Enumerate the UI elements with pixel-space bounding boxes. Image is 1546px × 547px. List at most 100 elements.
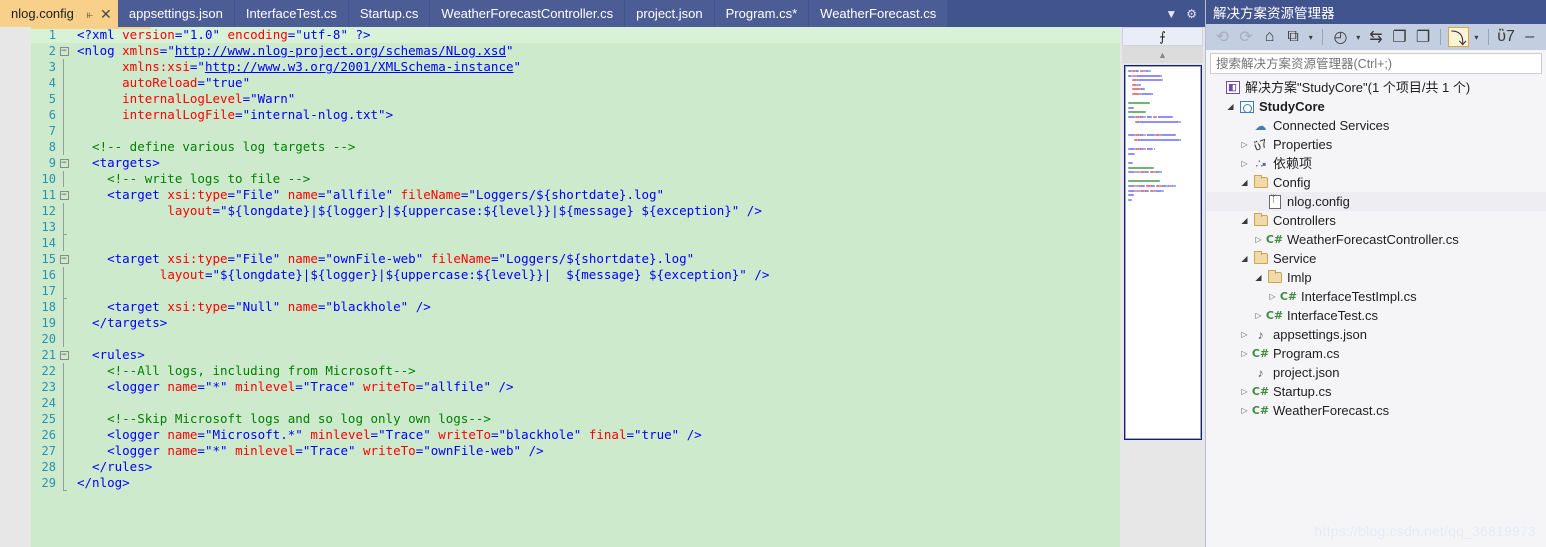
code-minimap[interactable] [1124,65,1202,440]
code-token: writeTo [363,379,416,394]
tab-program-cs[interactable]: Program.cs* [714,0,810,27]
minimap-code-mark [1128,74,1132,77]
chevron-right-icon[interactable]: ▷ [1252,311,1265,320]
sync-with-active-document-icon[interactable]: ⇆ [1366,27,1387,47]
tree-item-dependencies[interactable]: ▷ ∴▪ 依赖项 [1206,154,1546,173]
tab-project-json[interactable]: project.json [625,0,715,27]
code-link[interactable]: http://www.nlog-project.org/schemas/NLog… [175,43,506,58]
view-code-dropdown-icon[interactable]: ▾ [1472,33,1481,42]
chevron-right-icon[interactable]: ▷ [1238,387,1251,396]
code-token: xmlns:xsi [122,59,190,74]
code-token: = [197,427,205,442]
code-link[interactable]: http://www.w3.org/2001/XMLSchema-instanc… [205,59,514,74]
chevron-down-icon[interactable]: ◢ [1238,178,1251,187]
tab-list-dropdown-icon[interactable]: ▼ [1165,8,1177,20]
tree-item-weatherforecast[interactable]: ▷ C# WeatherForecast.cs [1206,401,1546,420]
fold-toggle-icon[interactable]: − [56,43,72,59]
tab-appsettings-json[interactable]: appsettings.json [117,0,235,27]
pending-changes-dropdown-icon[interactable]: ▾ [1306,33,1315,42]
csharp-icon: C# [1251,385,1270,398]
csharp-icon: C# [1251,347,1270,360]
fold-toggle-icon[interactable]: − [56,347,72,363]
code-text: autoReload="true" [72,75,250,91]
search-input[interactable] [1216,56,1541,71]
json-icon: ♪ [1257,365,1264,380]
tree-item-controllers[interactable]: ◢ Controllers [1206,211,1546,230]
tree-item-interfacetestimpl[interactable]: ▷ C# InterfaceTestImpl.cs [1206,287,1546,306]
chevron-right-icon[interactable]: ▷ [1238,406,1251,415]
tree-item-label: Program.cs [1273,346,1340,361]
show-all-files-icon[interactable]: ◴ [1330,27,1351,47]
tree-item-appsettings[interactable]: ▷ ♪ appsettings.json [1206,325,1546,344]
chevron-down-icon[interactable]: ◢ [1224,102,1237,111]
chevron-down-icon[interactable]: ◢ [1238,254,1251,263]
tree-item-label: Controllers [1273,213,1336,228]
solution-explorer-search[interactable] [1210,53,1542,74]
pending-changes-icon[interactable]: ⧉ [1283,27,1304,47]
code-line: 6 internalLogFile="internal-nlog.txt"> [31,107,1120,123]
tab-weatherforecast-cs[interactable]: WeatherForecast.cs [809,0,949,27]
chevron-right-icon[interactable]: ▷ [1238,159,1251,168]
code-editor-text[interactable]: 1 <?xml version="1.0" encoding="utf-8" ?>… [31,27,1120,547]
fold-toggle-icon[interactable]: − [56,251,72,267]
tab-startup-cs[interactable]: Startup.cs [348,0,431,27]
code-token: <?xml [77,27,123,42]
scroll-up-button[interactable]: ▲ [1122,46,1203,63]
chevron-right-icon[interactable]: ▷ [1266,292,1279,301]
tree-item-weatherforecastcontroller[interactable]: ▷ C# WeatherForecastController.cs [1206,230,1546,249]
code-token: "utf-8" [295,27,348,42]
forward-icon[interactable]: ⟳ [1236,27,1257,47]
line-number: 20 [41,332,56,346]
collapse-all-icon[interactable]: ❐ [1413,27,1434,47]
tab-strip-buttons: ▼ ⚙ [1157,0,1205,27]
tree-item-connected-services[interactable]: ☁ Connected Services [1206,116,1546,135]
tree-item-config[interactable]: ◢ Config [1206,173,1546,192]
tree-item-project-json[interactable]: ♪ project.json [1206,363,1546,382]
pin-icon[interactable]: ⫦ [82,5,98,23]
fold-toggle-icon[interactable]: − [56,155,72,171]
code-token: "${longdate}|${logger}|${uppercase:${lev… [212,267,747,282]
tree-item-properties[interactable]: ▷ ὒ7 Properties [1206,135,1546,154]
code-token: <target [77,299,168,314]
chevron-down-icon[interactable]: ◢ [1238,216,1251,225]
code-token: "true" [634,427,680,442]
tab-nlog-config[interactable]: nlog.config ⫦ ✕ [0,0,118,27]
show-all-files-dropdown-icon[interactable]: ▾ [1354,33,1363,42]
tree-item-nlog-config[interactable]: nlog.config [1206,192,1546,211]
chevron-right-icon[interactable]: ▷ [1252,235,1265,244]
chevron-right-icon[interactable]: ▷ [1238,330,1251,339]
tab-settings-gear-icon[interactable]: ⚙ [1186,8,1197,20]
home-icon[interactable]: ⌂ [1259,27,1280,47]
code-token: <target [77,187,168,202]
close-icon[interactable]: ✕ [98,5,114,23]
view-code-icon[interactable]: ⤵ [1448,27,1470,48]
split-view-button[interactable]: ⨍ [1122,27,1203,46]
tree-item-solution[interactable]: ◧ 解决方案"StudyCore"(1 个项目/共 1 个) [1206,78,1546,97]
tab-interfacetest-cs[interactable]: InterfaceTest.cs [234,0,349,27]
tree-item-interfacetest[interactable]: ▷ C# InterfaceTest.cs [1206,306,1546,325]
code-token: = [235,107,243,122]
tree-item-label: appsettings.json [1273,327,1367,342]
chevron-down-icon[interactable]: ◢ [1252,273,1265,282]
tree-item-imlp[interactable]: ◢ Imlp [1206,268,1546,287]
properties-wrench-icon[interactable]: ὒ7 [1496,27,1517,47]
refresh-icon[interactable]: ❐ [1389,27,1410,47]
chevron-right-icon[interactable]: ▷ [1238,140,1251,149]
code-token: <rules> [77,347,145,362]
minimize-icon[interactable]: – [1519,27,1540,47]
fold-toggle-icon[interactable]: − [56,187,72,203]
back-icon[interactable]: ⟲ [1212,27,1233,47]
minimap-code-mark [1160,134,1176,137]
code-token: version [122,27,175,42]
solution-icon: ◧ [1223,81,1242,94]
tab-weatherforecastcontroller-cs[interactable]: WeatherForecastController.cs [430,0,626,27]
tree-item-startup[interactable]: ▷ C# Startup.cs [1206,382,1546,401]
tree-item-program[interactable]: ▷ C# Program.cs [1206,344,1546,363]
tree-item-studycore[interactable]: ◢ StudyCore [1206,97,1546,116]
code-token: name [167,427,198,442]
connected-services-icon: ☁ [1254,118,1267,133]
chevron-right-icon[interactable]: ▷ [1238,349,1251,358]
tree-item-service[interactable]: ◢ Service [1206,249,1546,268]
tree-item-label: Properties [1273,137,1333,152]
